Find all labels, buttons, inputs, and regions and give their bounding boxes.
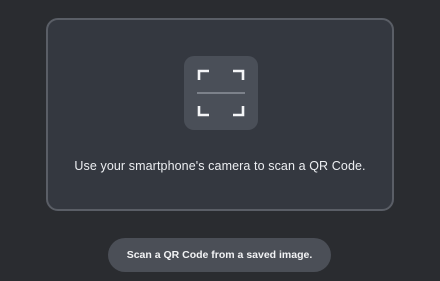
qr-scan-frame-icon [184,56,258,130]
qr-scan-panel: Use your smartphone's camera to scan a Q… [46,18,394,211]
scan-from-saved-image-button[interactable]: Scan a QR Code from a saved image. [108,238,331,272]
scan-instruction-text: Use your smartphone's camera to scan a Q… [74,159,366,173]
